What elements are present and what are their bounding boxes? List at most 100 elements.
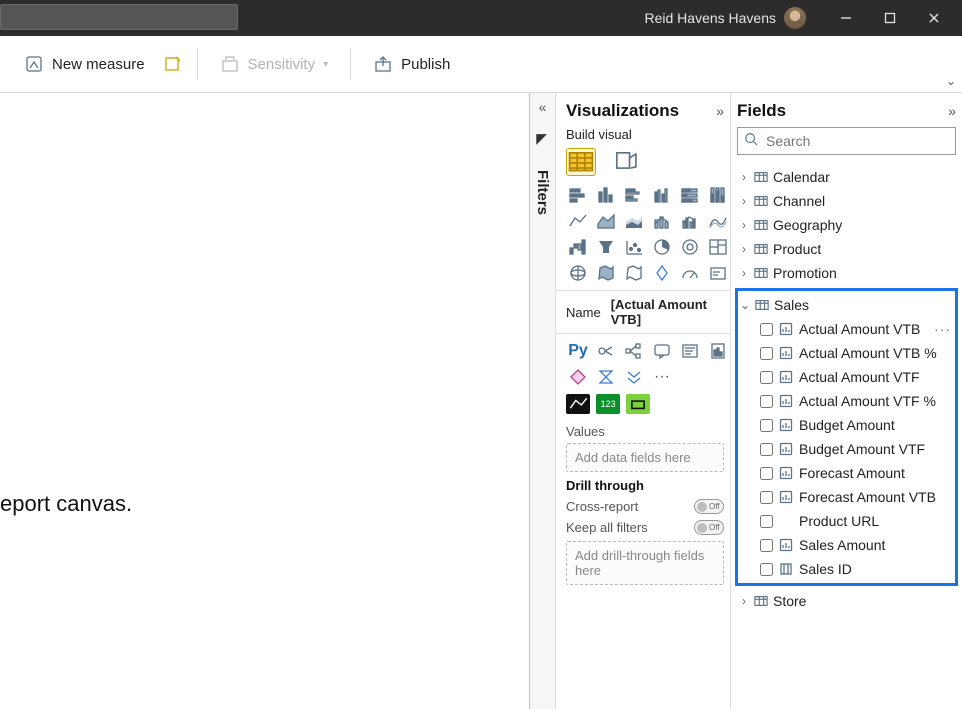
filters-label[interactable]: Filters (534, 170, 551, 215)
table-store[interactable]: › Store (737, 589, 956, 613)
table-calendar[interactable]: › Calendar (737, 165, 956, 189)
table-promotion[interactable]: › Promotion (737, 261, 956, 285)
python-label: Py (568, 342, 588, 360)
field-checkbox[interactable] (760, 563, 773, 576)
collapse-filters-chevron-icon[interactable]: « (539, 99, 547, 115)
table-promotion-label: Promotion (773, 265, 837, 281)
measure-icon (779, 322, 793, 336)
field-budget-amount[interactable]: Budget Amount (738, 413, 955, 437)
viz-arcgis-icon[interactable] (650, 262, 674, 284)
field-forecast-amount[interactable]: Forecast Amount (738, 461, 955, 485)
sensitivity-button[interactable]: Sensitivity ▾ (212, 46, 337, 82)
viz-python-icon[interactable]: Py (566, 340, 590, 362)
field-actual-amount-vtb-[interactable]: Actual Amount VTB % (738, 341, 955, 365)
measure-icon (24, 54, 44, 74)
viz-map-icon[interactable] (566, 262, 590, 284)
minimize-button[interactable] (824, 0, 868, 36)
build-visual-mode-button[interactable] (566, 148, 596, 176)
viz-get-more-icon[interactable] (622, 366, 646, 388)
table-geography[interactable]: › Geography (737, 213, 956, 237)
table-sales[interactable]: ⌄ Sales (738, 293, 955, 317)
field-actual-amount-vtb[interactable]: Actual Amount VTB··· (738, 317, 955, 341)
viz-clustered-bar-icon[interactable] (622, 184, 646, 206)
viz-clustered-column-icon[interactable] (650, 184, 674, 206)
viz-filled-map-icon[interactable] (594, 262, 618, 284)
viz-waterfall-icon[interactable] (566, 236, 590, 258)
viz-more-options-icon[interactable]: ··· (650, 366, 674, 388)
field-checkbox[interactable] (760, 467, 773, 480)
viz-power-automate-icon[interactable] (594, 366, 618, 388)
table-channel[interactable]: › Channel (737, 189, 956, 213)
viz-decomposition-tree-icon[interactable] (622, 340, 646, 362)
viz-card-icon[interactable] (706, 262, 730, 284)
viz-line-icon[interactable] (566, 210, 590, 232)
field-checkbox[interactable] (760, 443, 773, 456)
viz-treemap-icon[interactable] (706, 236, 730, 258)
viz-stacked-bar-icon[interactable] (566, 184, 590, 206)
field-sales-amount[interactable]: Sales Amount (738, 533, 955, 557)
viz-stacked-area-icon[interactable] (622, 210, 646, 232)
field-actual-amount-vtf-[interactable]: Actual Amount VTF % (738, 389, 955, 413)
table-product[interactable]: › Product (737, 237, 956, 261)
viz-line-stacked-column-icon[interactable] (650, 210, 674, 232)
field-more-icon[interactable]: ··· (934, 321, 951, 337)
field-product-url[interactable]: Product URL (738, 509, 955, 533)
field-checkbox[interactable] (760, 491, 773, 504)
new-measure-button[interactable]: New measure (16, 46, 153, 82)
viz-donut-icon[interactable] (678, 236, 702, 258)
field-budget-amount-vtf[interactable]: Budget Amount VTF (738, 437, 955, 461)
field-checkbox[interactable] (760, 395, 773, 408)
keep-all-filters-toggle[interactable]: Off (694, 520, 724, 535)
ribbon-expand-chevron-icon[interactable]: ⌄ (946, 74, 956, 88)
field-checkbox[interactable] (760, 371, 773, 384)
appsource-lime-icon[interactable] (626, 394, 650, 414)
viz-qa-icon[interactable] (650, 340, 674, 362)
field-actual-amount-vtf[interactable]: Actual Amount VTF (738, 365, 955, 389)
viz-area-icon[interactable] (594, 210, 618, 232)
viz-line-clustered-column-icon[interactable] (678, 210, 702, 232)
viz-paginated-report-icon[interactable] (706, 340, 730, 362)
viz-smart-narrative-icon[interactable] (678, 340, 702, 362)
field-checkbox[interactable] (760, 515, 773, 528)
fields-search[interactable] (737, 127, 956, 155)
viz-azure-map-icon[interactable] (622, 262, 646, 284)
field-label: Sales ID (799, 561, 955, 577)
measure-icon (779, 370, 793, 384)
table-geography-label: Geography (773, 217, 842, 233)
user-avatar-icon[interactable] (784, 7, 806, 29)
measure-icon (779, 490, 793, 504)
viz-power-apps-icon[interactable] (566, 366, 590, 388)
field-checkbox[interactable] (760, 419, 773, 432)
titlebar-search-box[interactable] (0, 4, 238, 30)
field-forecast-amount-vtb[interactable]: Forecast Amount VTB (738, 485, 955, 509)
drill-through-dropzone[interactable]: Add drill-through fields here (566, 541, 724, 585)
format-visual-mode-button[interactable] (612, 148, 642, 176)
close-button[interactable] (912, 0, 956, 36)
viz-gauge-icon[interactable] (678, 262, 702, 284)
viz-pie-icon[interactable] (650, 236, 674, 258)
maximize-button[interactable] (868, 0, 912, 36)
field-checkbox[interactable] (760, 539, 773, 552)
sensitivity-label: Sensitivity (248, 56, 316, 73)
viz-funnel-icon[interactable] (594, 236, 618, 258)
viz-key-influencers-icon[interactable] (594, 340, 618, 362)
field-sales-id[interactable]: Sales ID (738, 557, 955, 581)
filters-marker-icon[interactable]: ◣ (534, 134, 551, 145)
visualizations-collapse-icon[interactable]: » (716, 103, 724, 119)
fields-search-input[interactable] (764, 132, 949, 150)
viz-100-stacked-column-icon[interactable] (706, 184, 730, 206)
field-checkbox[interactable] (760, 323, 773, 336)
quick-measure-icon[interactable] (163, 54, 183, 74)
viz-100-stacked-bar-icon[interactable] (678, 184, 702, 206)
publish-button[interactable]: Publish (365, 46, 458, 82)
field-checkbox[interactable] (760, 347, 773, 360)
cross-report-toggle[interactable]: Off (694, 499, 724, 514)
fields-collapse-icon[interactable]: » (948, 103, 956, 119)
appsource-black-icon[interactable] (566, 394, 590, 414)
viz-stacked-column-icon[interactable] (594, 184, 618, 206)
report-canvas[interactable]: eport canvas. (0, 93, 530, 709)
appsource-green-badge-icon[interactable]: 123 (596, 394, 620, 414)
viz-ribbon-icon[interactable] (706, 210, 730, 232)
viz-scatter-icon[interactable] (622, 236, 646, 258)
values-dropzone[interactable]: Add data fields here (566, 443, 724, 472)
